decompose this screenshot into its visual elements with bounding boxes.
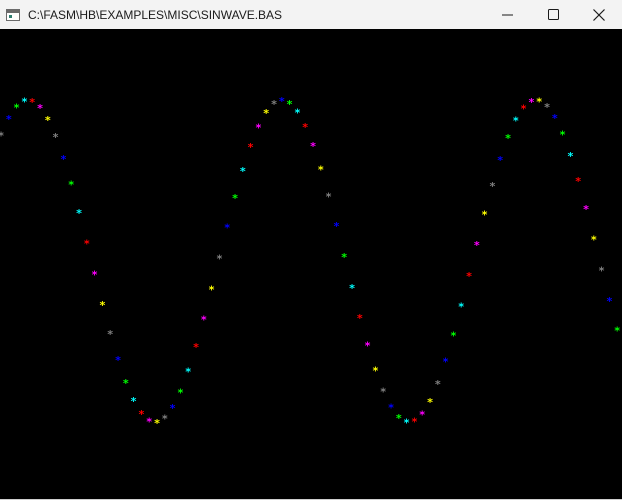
wave-point: * [419, 409, 426, 422]
wave-point: * [395, 412, 402, 425]
wave-point: * [458, 300, 465, 313]
wave-point: * [185, 366, 192, 379]
window-controls [484, 0, 622, 29]
wave-point: * [76, 207, 83, 220]
wave-point: * [161, 412, 168, 425]
wave-point: * [294, 107, 301, 120]
title-bar[interactable]: C:\FASM\HB\EXAMPLES\MISC\SINWAVE.BAS [0, 0, 622, 29]
wave-point: * [434, 378, 441, 391]
wave-point: * [68, 179, 75, 192]
wave-point: * [559, 129, 566, 142]
wave-point: * [598, 264, 605, 277]
wave-point: * [325, 191, 332, 204]
wave-point: * [341, 251, 348, 264]
wave-point: * [208, 283, 215, 296]
wave-point: * [364, 340, 371, 353]
wave-point: * [146, 415, 153, 428]
wave-point: * [388, 401, 395, 414]
wave-point: * [122, 377, 129, 390]
wave-point: * [91, 268, 98, 281]
window-title: C:\FASM\HB\EXAMPLES\MISC\SINWAVE.BAS [28, 7, 283, 22]
wave-point: * [52, 131, 59, 144]
maximize-button[interactable] [530, 0, 576, 29]
wave-point: * [489, 180, 496, 193]
wave-point: * [37, 102, 44, 115]
wave-point: * [107, 328, 114, 341]
program-window: C:\FASM\HB\EXAMPLES\MISC\SINWAVE.BAS * * *… [0, 0, 622, 500]
wave-point: * [239, 165, 246, 178]
wave-point: * [544, 101, 551, 114]
wave-point: * [200, 313, 207, 326]
wave-point: * [497, 154, 504, 167]
wave-point: * [442, 355, 449, 368]
close-button[interactable] [576, 0, 622, 29]
wave-point: * [21, 96, 28, 109]
wave-point: * [536, 96, 543, 109]
wave-point: * [138, 408, 145, 421]
wave-point: * [263, 107, 270, 120]
wave-point: * [575, 175, 582, 188]
wave-point: * [130, 395, 137, 408]
wave-point: * [232, 192, 239, 205]
wave-point: * [567, 150, 574, 163]
wave-point: * [356, 312, 363, 325]
wave-point: * [583, 203, 590, 216]
wave-point: * [349, 282, 356, 295]
wave-point: * [310, 140, 317, 153]
wave-point: * [177, 386, 184, 399]
wave-point: * [317, 164, 324, 177]
wave-point: * [271, 98, 278, 111]
wave-point: * [247, 141, 254, 154]
sine-wave-plot: ** * * *************** * *************** * ****… [0, 95, 621, 430]
wave-point: * [60, 153, 67, 166]
wave-point: * [302, 121, 309, 134]
console-output: * * * * * * * * * * * * * * * * * * * * * * * * * * * * * * * * * * * * * * * *… [0, 29, 622, 499]
wave-point: * [614, 324, 621, 337]
wave-point: * [13, 101, 20, 114]
wave-point: * [606, 295, 613, 308]
wave-point: * [466, 270, 473, 283]
wave-point: * [99, 299, 106, 312]
wave-point: * [216, 252, 223, 265]
wave-point: * [286, 98, 293, 111]
wave-point: * [255, 122, 262, 135]
wave-point: * [380, 385, 387, 398]
wave-point: * [333, 220, 340, 233]
wave-point: * [224, 222, 231, 235]
wave-point: * [427, 396, 434, 409]
minimize-icon [501, 14, 513, 16]
wave-point: * [372, 365, 379, 378]
close-icon [593, 8, 605, 21]
wave-point: * [5, 113, 12, 126]
wave-point: * [528, 96, 535, 109]
wave-point: * [278, 95, 285, 108]
wave-point: * [403, 417, 410, 430]
wave-point: * [450, 329, 457, 342]
wave-point: * [169, 402, 176, 415]
wave-point: * [154, 417, 161, 430]
minimize-button[interactable] [484, 0, 530, 29]
wave-point: * [83, 237, 90, 250]
console-window-icon[interactable] [6, 8, 20, 21]
wave-point: * [590, 233, 597, 246]
wave-point: * [520, 103, 527, 116]
wave-point: * [512, 115, 519, 128]
wave-point: * [115, 354, 122, 367]
wave-point: * [0, 130, 4, 143]
maximize-icon [547, 9, 559, 20]
wave-point: * [481, 209, 488, 222]
wave-point: * [411, 416, 418, 429]
wave-point: * [505, 132, 512, 145]
wave-point: * [44, 114, 51, 127]
wave-point: * [551, 112, 558, 125]
wave-point: * [29, 96, 36, 109]
wave-point: * [473, 239, 480, 252]
wave-point: * [193, 341, 200, 354]
